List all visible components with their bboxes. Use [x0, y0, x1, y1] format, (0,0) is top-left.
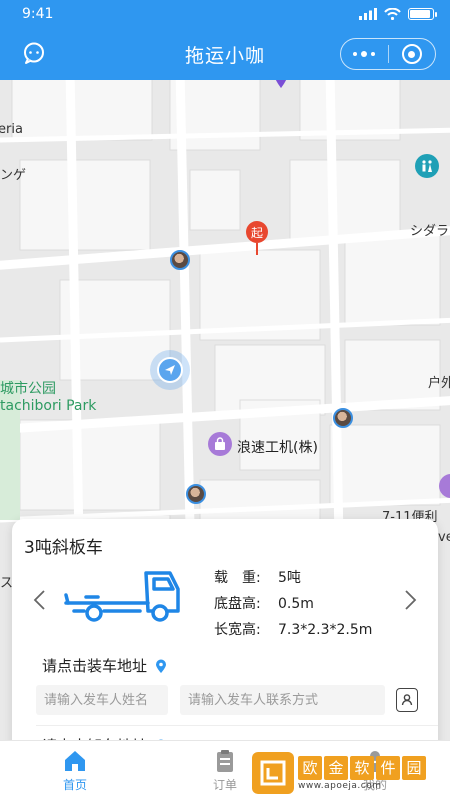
navigation-arrow-icon	[165, 365, 175, 375]
wifi-icon	[384, 8, 401, 20]
spec-row-dimensions: 长宽高: 7.3*2.3*2.5m	[214, 622, 373, 638]
toilet-poi-icon[interactable]	[415, 154, 439, 178]
battery-icon	[408, 8, 437, 20]
start-marker[interactable]: 起	[246, 221, 268, 257]
map-label-fragment-1: ve	[438, 530, 450, 545]
more-dots-icon	[353, 51, 376, 57]
chat-bubble-icon[interactable]	[22, 41, 46, 65]
driver-avatar[interactable]	[186, 484, 206, 504]
map-label-hu: 户外	[428, 376, 450, 391]
driver-avatar[interactable]	[333, 408, 353, 428]
map-label-nge: ンゲ	[0, 168, 27, 183]
spec-row-chassis: 底盘高: 0.5m	[214, 596, 314, 612]
site-watermark: 欧 金 软 件 园 www.apoeja.com	[252, 748, 448, 798]
status-time: 9:41	[22, 6, 54, 22]
tab-home[interactable]: 首页	[0, 741, 150, 800]
home-icon	[65, 750, 85, 771]
vehicle-name: 3吨斜板车	[24, 538, 103, 558]
location-pin-icon	[156, 659, 167, 673]
map-label-park-en: tachibori Park	[0, 398, 97, 414]
flatbed-truck-icon	[64, 571, 180, 622]
watermark-title: 欧 金 软 件 园	[298, 755, 426, 780]
clipboard-icon	[217, 749, 233, 772]
map-label-eria: eria	[0, 122, 23, 137]
start-marker-label: 起	[246, 221, 268, 243]
target-circle-icon	[401, 44, 422, 64]
watermark-url: www.apoeja.com	[298, 780, 382, 791]
sender-phone-input[interactable]	[180, 685, 385, 715]
chevron-right-icon[interactable]	[402, 589, 418, 611]
map-label-shidara: シダラ	[410, 224, 450, 239]
capsule-menu	[340, 38, 436, 70]
location-marker-icon[interactable]	[273, 80, 289, 88]
map-label-shop: 浪速工机(株)	[237, 440, 318, 456]
vehicle-specs: 载 重: 5吨 底盘高: 0.5m 长宽高: 7.3*2.3*2.5m	[214, 565, 372, 643]
page-title: 拖运小咖	[184, 44, 265, 67]
sender-name-input[interactable]	[36, 685, 168, 715]
shop-poi-icon[interactable]	[208, 432, 232, 456]
contacts-book-icon[interactable]	[396, 688, 418, 712]
current-location-marker[interactable]	[150, 350, 190, 390]
map-label-park-cn: 城市公园	[0, 381, 56, 397]
driver-avatar[interactable]	[170, 250, 190, 270]
top-bar: 9:41 拖运小咖	[0, 0, 450, 80]
load-address-button[interactable]: 请点击装车地址	[42, 655, 167, 676]
load-address-label: 请点击装车地址	[42, 657, 148, 675]
more-button[interactable]	[341, 39, 388, 69]
spec-row-load: 载 重: 5吨	[214, 570, 301, 586]
signal-icon	[359, 8, 377, 20]
nav-bar: 拖运小咖	[0, 28, 450, 80]
vehicle-order-card: 3吨斜板车 载 重: 5吨 底盘高: 0.5m 长宽高: 7.3*2.3*2.5	[12, 519, 438, 759]
watermark-logo-icon	[252, 752, 294, 794]
close-mini-program-button[interactable]	[389, 39, 436, 69]
chevron-left-icon[interactable]	[32, 589, 48, 611]
status-bar: 9:41	[0, 0, 450, 28]
